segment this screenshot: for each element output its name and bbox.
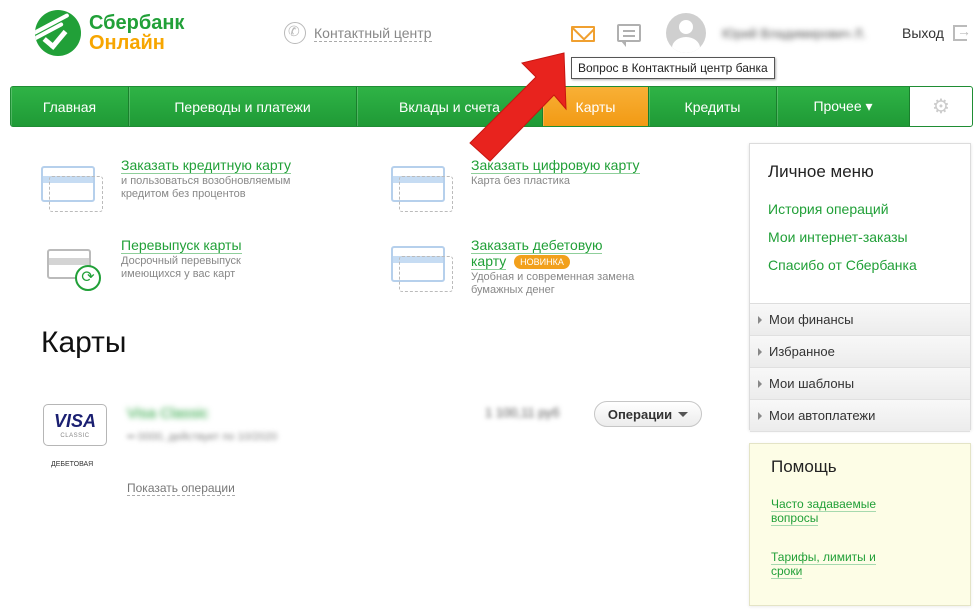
chevron-right-icon <box>758 315 762 324</box>
avatar-icon[interactable] <box>666 13 706 53</box>
new-badge: НОВИНКА <box>514 255 570 270</box>
operations-label: Операции <box>607 406 673 422</box>
quick-action-desc: Удобная и современная замена бумажных де… <box>471 271 635 296</box>
quick-action-desc: и пользоваться возобновляемым кредитом б… <box>121 175 291 200</box>
personal-menu-link-orders[interactable]: Мои интернет-заказы <box>768 229 908 245</box>
personal-menu: Личное меню История операций Мои интерне… <box>749 143 971 432</box>
help-panel: Помощь Часто задаваемые вопросы Тарифы, … <box>749 443 971 606</box>
help-link-faq[interactable]: Часто задаваемые вопросы <box>771 497 901 526</box>
visa-brand-sub: CLASSIC <box>60 433 90 439</box>
personal-menu-link-spasibo[interactable]: Спасибо от Сбербанка <box>768 257 917 273</box>
credit-card-icon: ⟳ <box>47 249 101 291</box>
quick-action-title[interactable]: Заказать кредитную карту <box>121 157 291 174</box>
logo-line-1: Сбербанк <box>89 12 185 34</box>
mail-icon[interactable] <box>571 26 595 42</box>
quick-action-title-wrap[interactable]: Заказать дебетовую карту НОВИНКА <box>471 237 631 270</box>
chevron-down-icon <box>678 411 689 417</box>
nav-item-transfers[interactable]: Переводы и платежи <box>129 87 357 126</box>
chevron-right-icon <box>758 347 762 356</box>
help-link-label[interactable]: Часто задаваемые вопросы <box>771 497 877 526</box>
quick-action-desc: Карта без пластика <box>471 175 570 187</box>
personal-menu-title: Личное меню <box>768 162 874 181</box>
section-autopayments[interactable]: Мои автоплатежи <box>750 400 970 432</box>
settings-gear-icon[interactable]: ⚙ <box>910 87 972 126</box>
quick-action-desc: Досрочный перевыпуск имеющихся у вас кар… <box>121 255 241 280</box>
contact-center-label: Контактный центр <box>314 24 432 42</box>
phone-icon <box>284 22 306 44</box>
help-link-tariffs[interactable]: Тарифы, лимиты и сроки <box>771 550 901 579</box>
sberbank-logo-icon <box>35 10 81 56</box>
nav-item-more[interactable]: Прочее ▾ <box>777 87 910 126</box>
card-name[interactable]: Visa Classic <box>127 405 208 422</box>
sberbank-logo[interactable]: Сбербанк Онлайн <box>35 10 184 56</box>
section-favorites[interactable]: Избранное <box>750 336 970 368</box>
quick-action-title[interactable]: Перевыпуск карты <box>121 237 242 254</box>
personal-menu-link-history[interactable]: История операций <box>768 201 889 217</box>
nav-item-deposits[interactable]: Вклады и счета <box>357 87 543 126</box>
credit-card-icon <box>41 166 103 212</box>
nav-item-main[interactable]: Главная <box>11 87 129 126</box>
chat-icon[interactable] <box>617 24 641 47</box>
section-my-finances[interactable]: Мои финансы <box>750 304 970 336</box>
section-label: Мои шаблоны <box>769 376 855 391</box>
credit-card-icon <box>391 166 453 212</box>
section-label: Мои автоплатежи <box>769 408 876 423</box>
section-label: Избранное <box>769 344 835 359</box>
nav-item-cards[interactable]: Карты <box>543 87 649 126</box>
chevron-right-icon <box>758 411 762 420</box>
visa-card-logo[interactable]: VISA CLASSIC <box>43 404 107 446</box>
contact-center-link[interactable]: Контактный центр <box>284 22 432 44</box>
help-title: Помощь <box>771 457 837 476</box>
card-renew-icon: ⟳ <box>75 265 101 291</box>
show-operations-link[interactable]: Показать операции <box>127 481 235 496</box>
credit-card-icon <box>391 246 453 292</box>
quick-action-title[interactable]: Заказать цифровую карту <box>471 157 640 174</box>
main-nav: Главная Переводы и платежи Вклады и счет… <box>10 86 973 127</box>
card-number: •• 0000, действует по 10/2020 <box>127 431 278 443</box>
section-templates[interactable]: Мои шаблоны <box>750 368 970 400</box>
section-label: Мои финансы <box>769 312 854 327</box>
card-balance: 1 100,11 руб <box>485 405 560 420</box>
nav-item-credits[interactable]: Кредиты <box>649 87 777 126</box>
operations-dropdown-button[interactable]: Операции <box>594 401 702 427</box>
card-type-caption: ДЕБЕТОВАЯ <box>51 461 94 468</box>
help-link-label[interactable]: Тарифы, лимиты и сроки <box>771 550 876 579</box>
logo-line-2: Онлайн <box>89 32 165 54</box>
logout-icon[interactable] <box>953 23 971 41</box>
page-title: Карты <box>41 326 127 359</box>
logout-button[interactable]: Выход <box>902 25 944 41</box>
user-name[interactable]: Юрий Владимирович Л. <box>722 26 866 41</box>
visa-brand: VISA <box>53 411 96 431</box>
chevron-right-icon <box>758 379 762 388</box>
mail-tooltip: Вопрос в Контактный центр банка <box>571 57 775 79</box>
